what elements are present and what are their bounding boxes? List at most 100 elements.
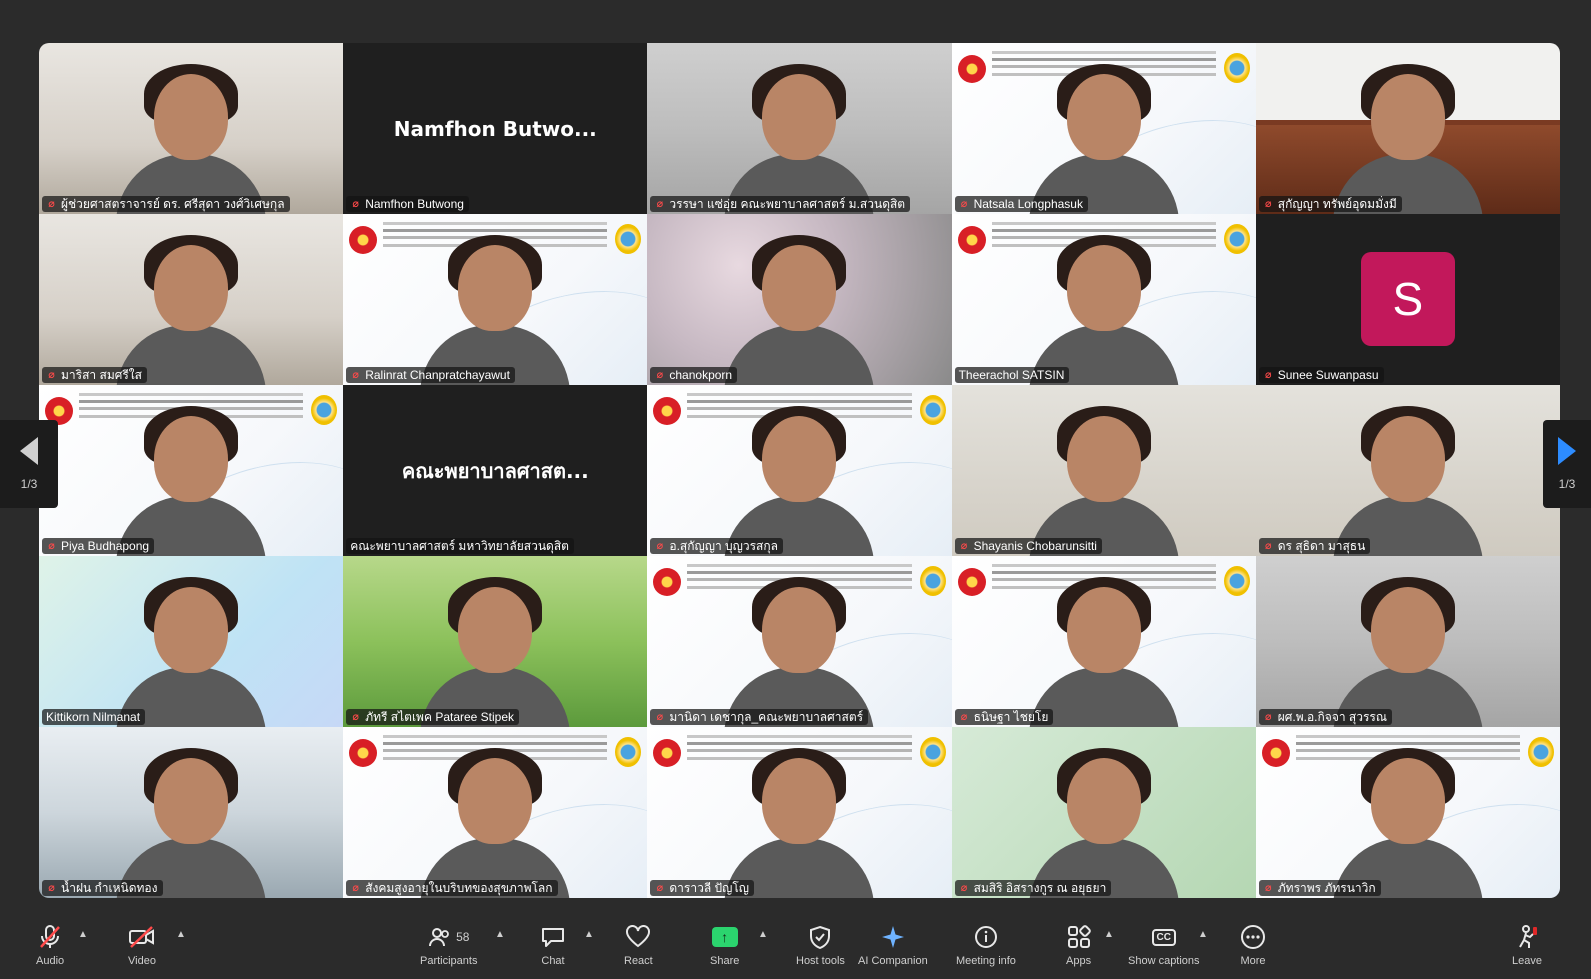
participant-video-tile[interactable]: คณะพยาบาลศาสต... คณะพยาบาลศาสตร์ มหาวิทยา… — [343, 385, 648, 556]
arrow-left-icon — [20, 437, 38, 465]
share-label: Share — [710, 955, 740, 967]
chat-bubble-icon — [540, 923, 566, 951]
audio-button[interactable]: Audio — [36, 923, 64, 967]
previous-page-button[interactable]: 1/3 — [0, 420, 58, 508]
share-options-caret-icon[interactable]: ▲ — [758, 929, 768, 940]
participant-name-tag: ⌀ ผู้ช่วยศาสตราจารย์ ดร. ศรีสุดา วงศ์วิเศ… — [42, 196, 290, 212]
host-tools-button[interactable]: Host tools — [796, 923, 845, 967]
microphone-muted-icon: ⌀ — [48, 198, 55, 210]
institution-logo — [957, 55, 986, 83]
apps-options-caret-icon[interactable]: ▲ — [1104, 929, 1114, 940]
slide-header-text — [687, 564, 912, 567]
participant-video-tile[interactable]: ⌀ ดร สุธิดา มาสุธน — [1255, 385, 1560, 556]
microphone-muted-icon: ⌀ — [960, 198, 968, 210]
participant-name: อ.สุกัญญา บุญวรสกุล — [669, 539, 778, 553]
meeting-toolbar: Audio ▲ Video ▲ 58 Participants ▲ Chat ▲ — [0, 915, 1591, 979]
leave-label: Leave — [1512, 955, 1542, 967]
info-icon — [974, 923, 998, 951]
participant-name-tag: ⌀ ผศ.พ.อ.กิจจา สุวรรณ — [1258, 709, 1393, 725]
participant-silhouette — [1332, 577, 1483, 727]
participant-video-tile[interactable]: ⌀ มานิดา เดชากุล_คณะพยาบาลศาสตร์ — [647, 556, 952, 727]
next-page-button[interactable]: 1/3 — [1543, 420, 1591, 508]
react-button[interactable]: React — [624, 923, 653, 967]
participant-video-tile[interactable]: ⌀ วรรษา แซ่อุ่ย คณะพยาบาลศาสตร์ ม.สวนดุสิ… — [647, 43, 952, 214]
participants-button[interactable]: 58 Participants — [420, 923, 477, 967]
participant-silhouette — [724, 406, 875, 556]
apps-label: Apps — [1066, 955, 1092, 967]
share-button[interactable]: ↑ Share — [710, 923, 739, 967]
participant-video-tile[interactable]: Theerachol SATSIN — [951, 214, 1256, 385]
participant-video-tile[interactable]: ⌀ น้ำฝน กำเหนิดทอง — [39, 727, 344, 898]
participant-name-tag: ⌀ มาริสา สมศรีใส — [42, 367, 147, 383]
participant-name-tag: ⌀ Sunee Suwanpasu — [1258, 367, 1384, 383]
show-captions-button[interactable]: CC Show captions — [1128, 923, 1200, 967]
microphone-muted-icon: ⌀ — [656, 369, 664, 381]
more-dots-icon — [1240, 923, 1266, 951]
participant-name: สมสิริ อิสรางกูร ณ อยุธยา — [973, 881, 1107, 895]
participant-name-tag: ⌀ Piya Budhapong — [42, 538, 155, 554]
participant-video-tile[interactable]: S ⌀ Sunee Suwanpasu — [1255, 214, 1560, 385]
heart-icon — [625, 923, 651, 951]
captions-options-caret-icon[interactable]: ▲ — [1198, 929, 1208, 940]
participant-silhouette — [420, 235, 571, 385]
ai-companion-label: AI Companion — [858, 955, 928, 967]
participant-video-tile[interactable]: ⌀ Shayanis Chobarunsitti — [951, 385, 1256, 556]
microphone-muted-icon: ⌀ — [1264, 711, 1272, 723]
participant-video-tile[interactable]: ⌀ Natsala Longphasuk — [951, 43, 1256, 214]
participant-video-tile[interactable]: ⌀ Piya Budhapong — [39, 385, 344, 556]
participant-name-tag: ⌀ สมสิริ อิสรางกูร ณ อยุธยา — [954, 880, 1112, 896]
chat-options-caret-icon[interactable]: ▲ — [584, 929, 594, 940]
participant-display-name: Namfhon Butwo... — [393, 116, 597, 141]
participant-video-tile[interactable]: Kittikorn Nilmanat — [39, 556, 344, 727]
participant-video-tile[interactable]: ⌀ ผู้ช่วยศาสตราจารย์ ดร. ศรีสุดา วงศ์วิเศ… — [39, 43, 344, 214]
slide-header-text — [991, 564, 1216, 567]
zoom-meeting-window: ⌀ ผู้ช่วยศาสตราจารย์ ดร. ศรีสุดา วงศ์วิเศ… — [0, 0, 1591, 979]
participant-video-tile[interactable]: ⌀ มาริสา สมศรีใส — [39, 214, 344, 385]
participant-name: Namfhon Butwong — [365, 197, 464, 211]
microphone-muted-icon: ⌀ — [352, 882, 359, 894]
participant-video-tile[interactable]: ⌀ Ralinrat Chanpratchayawut — [343, 214, 648, 385]
meeting-info-button[interactable]: Meeting info — [956, 923, 1016, 967]
participant-name-tag: ⌀ ดร สุธิดา มาสุธน — [1258, 538, 1371, 554]
microphone-muted-icon: ⌀ — [352, 711, 359, 723]
participant-video-tile[interactable]: ⌀ ภัทราพร ภัทรนาวิก — [1255, 727, 1560, 898]
participant-name: Kittikorn Nilmanat — [46, 710, 141, 724]
video-button[interactable]: Video — [128, 923, 156, 967]
institution-logo — [919, 566, 946, 596]
more-button[interactable]: More — [1240, 923, 1266, 967]
participant-video-tile[interactable]: ⌀ chanokporn — [647, 214, 952, 385]
participant-video-tile[interactable]: ⌀ ภัทรี สไตเพค Pataree Stipek — [343, 556, 648, 727]
chat-button[interactable]: Chat — [540, 923, 566, 967]
more-label: More — [1240, 955, 1266, 967]
participant-video-tile[interactable]: Namfhon Butwo... ⌀ Namfhon Butwong — [343, 43, 648, 214]
participant-video-tile[interactable]: ⌀ ดาราวลี ปัญโญ — [647, 727, 952, 898]
participant-video-tile[interactable]: ⌀ สุกัญญา ทรัพย์อุดมมั่งมี — [1255, 43, 1560, 214]
audio-options-caret-icon[interactable]: ▲ — [78, 929, 88, 940]
captions-icon: CC — [1151, 923, 1176, 951]
participant-video-tile[interactable]: ⌀ อ.สุกัญญา บุญวรสกุล — [647, 385, 952, 556]
gallery-grid: ⌀ ผู้ช่วยศาสตราจารย์ ดร. ศรีสุดา วงศ์วิเศ… — [39, 43, 1560, 898]
video-options-caret-icon[interactable]: ▲ — [176, 929, 186, 940]
leave-button[interactable]: Leave — [1512, 923, 1542, 967]
participants-options-caret-icon[interactable]: ▲ — [495, 929, 505, 940]
participant-video-tile[interactable]: ⌀ สมสิริ อิสรางกูร ณ อยุธยา — [951, 727, 1256, 898]
participant-video-tile[interactable]: ⌀ ผศ.พ.อ.กิจจา สุวรรณ — [1255, 556, 1560, 727]
slide-header-text — [991, 222, 1216, 225]
institution-logo — [1223, 566, 1250, 596]
institution-logo — [311, 395, 338, 425]
participant-name-tag: ⌀ อ.สุกัญญา บุญวรสกุล — [650, 538, 783, 554]
apps-icon — [1067, 923, 1091, 951]
institution-logo — [349, 226, 378, 254]
participant-silhouette — [1028, 235, 1179, 385]
participants-icon: 58 — [428, 923, 469, 951]
sparkle-icon — [880, 923, 906, 951]
participant-name: มาริสา สมศรีใส — [61, 368, 142, 382]
participant-name: มานิดา เดชากุล_คณะพยาบาลศาสตร์ — [669, 710, 864, 724]
participant-silhouette — [1028, 64, 1179, 214]
apps-button[interactable]: Apps — [1066, 923, 1091, 967]
participant-name: Piya Budhapong — [61, 539, 150, 553]
ai-companion-button[interactable]: AI Companion — [858, 923, 928, 967]
participant-video-tile[interactable]: ⌀ ธนิษฐา ไชยโย — [951, 556, 1256, 727]
microphone-muted-icon: ⌀ — [1264, 369, 1272, 381]
participant-video-tile[interactable]: ⌀ สังคมสูงอายุในบริบทของสุขภาพโลก — [343, 727, 648, 898]
